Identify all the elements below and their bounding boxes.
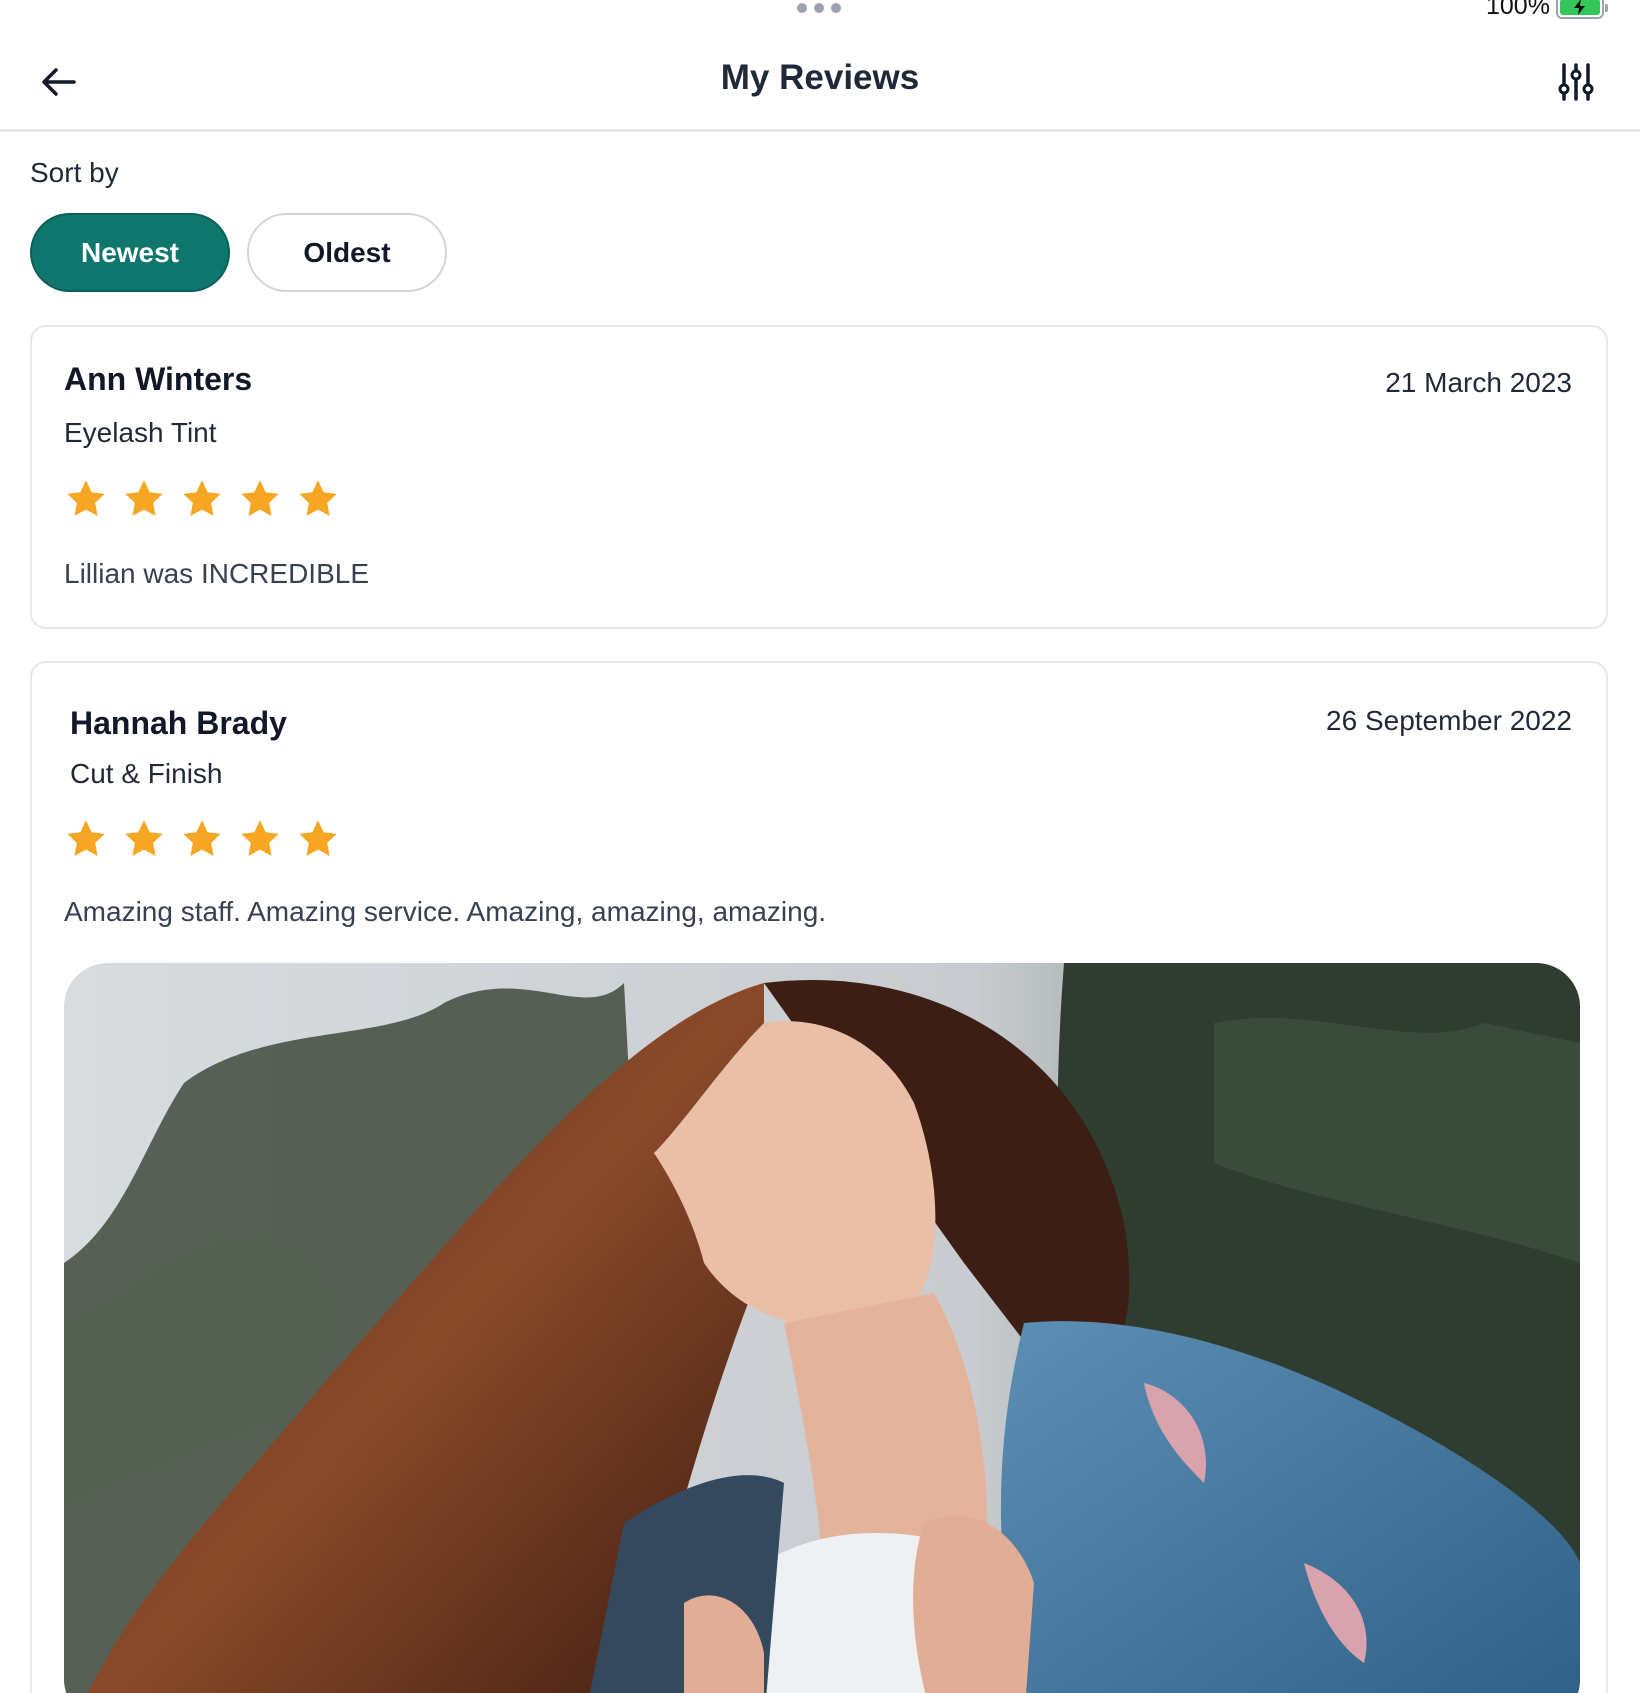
star-icon xyxy=(183,480,221,516)
star-icon xyxy=(241,480,279,516)
battery-icon xyxy=(1555,0,1608,19)
sort-label: Sort by xyxy=(30,157,119,188)
star-icon xyxy=(299,820,337,856)
review-comment: Amazing staff. Amazing service. Amazing,… xyxy=(64,896,827,927)
dot xyxy=(797,3,807,13)
star-rating xyxy=(64,477,340,521)
review-photo[interactable] xyxy=(64,963,1580,1693)
sliders-icon xyxy=(1558,63,1594,101)
reviews-screen: 100% My Reviews Sort by Newest Oldest An… xyxy=(0,0,1640,1693)
app-header: My Reviews xyxy=(0,36,1640,132)
dot xyxy=(814,3,824,13)
reviewer-name: Hannah Brady xyxy=(70,705,287,741)
sort-newest-button[interactable]: Newest xyxy=(30,213,230,292)
star-icon xyxy=(67,480,105,516)
review-card[interactable]: Hannah Brady Cut & Finish 26 September 2… xyxy=(30,661,1608,1693)
star-icon xyxy=(125,820,163,856)
page-title: My Reviews xyxy=(720,58,920,97)
review-card[interactable]: Ann Winters Eyelash Tint 21 March 2023 L… xyxy=(30,325,1608,629)
filter-button[interactable] xyxy=(1552,58,1600,106)
review-date: 21 March 2023 xyxy=(1385,367,1572,398)
star-icon xyxy=(299,480,337,516)
service-name: Cut & Finish xyxy=(70,758,223,789)
star-icon xyxy=(67,820,105,856)
status-indicators: 100% xyxy=(1486,0,1608,21)
star-rating xyxy=(64,817,340,861)
star-icon xyxy=(241,820,279,856)
service-name: Eyelash Tint xyxy=(64,417,217,448)
sort-oldest-button[interactable]: Oldest xyxy=(247,213,447,292)
star-icon xyxy=(183,820,221,856)
reviewer-name: Ann Winters xyxy=(64,361,253,397)
star-icon xyxy=(125,480,163,516)
multitasking-dots[interactable] xyxy=(797,3,841,13)
dot xyxy=(831,3,841,13)
review-comment: Lillian was INCREDIBLE xyxy=(64,558,369,589)
review-date: 26 September 2022 xyxy=(1326,705,1572,736)
battery-percentage: 100% xyxy=(1486,0,1550,20)
